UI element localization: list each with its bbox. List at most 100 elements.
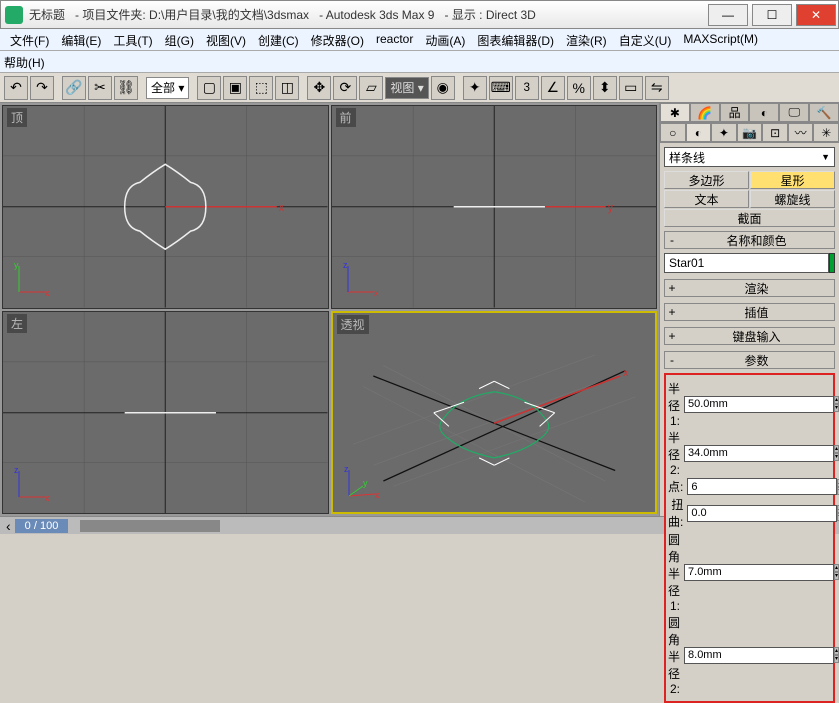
sub-geometry[interactable]: ○ [660,123,686,142]
select-rect-button[interactable]: ⬚ [249,76,273,100]
spin-dn[interactable]: ▾ [834,404,839,412]
menu-help[interactable]: 帮助(H) [4,56,45,70]
maximize-button[interactable]: ☐ [752,4,792,26]
svg-text:z: z [343,260,348,270]
sub-lights[interactable]: ✦ [711,123,737,142]
svg-text:x: x [279,203,285,214]
menu-create[interactable]: 创建(C) [252,29,305,50]
time-slider[interactable] [80,520,220,532]
object-color-swatch[interactable] [829,253,835,273]
label-radius2: 半径 2: [668,429,684,477]
sub-spacewarps[interactable]: 〰 [788,123,814,142]
menu-maxscript[interactable]: MAXScript(M) [677,29,764,50]
menu-customize[interactable]: 自定义(U) [613,29,678,50]
rotate-button[interactable]: ⟳ [333,76,357,100]
menu-render[interactable]: 渲染(R) [560,29,613,50]
sub-shapes[interactable]: ◐ [686,123,712,142]
ref-coord-dropdown[interactable]: 视图 ▾ [385,77,428,99]
menu-modifiers[interactable]: 修改器(O) [305,29,370,50]
manipulate-button[interactable]: ✦ [463,76,487,100]
tab-create[interactable]: ✱ [660,103,690,122]
rollout-render[interactable]: +渲染 [664,279,835,297]
input-radius1[interactable] [684,396,834,413]
rollout-name-color[interactable]: -名称和颜色 [664,231,835,249]
undo-button[interactable]: ↶ [4,76,28,100]
window-crossing-button[interactable]: ◫ [275,76,299,100]
menu-animation[interactable]: 动画(A) [419,29,471,50]
scale-button[interactable]: ▱ [359,76,383,100]
unlink-button[interactable]: ✂ [88,76,112,100]
label-fillet2: 圆角半径 2: [668,614,684,696]
svg-text:y: y [14,260,19,270]
close-button[interactable]: ✕ [796,4,836,26]
viewport-top[interactable]: 顶 x x y [2,105,329,309]
menu-file[interactable]: 文件(F) [4,29,55,50]
btn-text[interactable]: 文本 [664,190,749,208]
frame-readout: 0 / 100 [15,519,69,533]
angle-snap[interactable]: ∠ [541,76,565,100]
redo-button[interactable]: ↷ [30,76,54,100]
input-radius2[interactable] [684,445,834,462]
sub-systems[interactable]: ✳ [813,123,839,142]
viewports: 顶 x x y 前 [0,103,659,516]
bind-button[interactable]: ⛓ [114,76,138,100]
select-button[interactable]: ▢ [197,76,221,100]
menu-reactor[interactable]: reactor [370,29,419,50]
move-button[interactable]: ✥ [307,76,331,100]
btn-star[interactable]: 星形 [750,171,835,189]
input-distortion[interactable] [687,505,837,522]
select-name-button[interactable]: ▣ [223,76,247,100]
tab-modify[interactable]: 🌈 [690,103,720,122]
menu-bar-2: 帮助(H) [0,51,839,73]
spinner-snap[interactable]: ⬍ [593,76,617,100]
menu-views[interactable]: 视图(V) [200,29,252,50]
snap-toggle[interactable]: 3 [515,76,539,100]
rollout-interp[interactable]: +插值 [664,303,835,321]
svg-text:x: x [375,490,380,500]
tab-hierarchy[interactable]: 品 [720,103,750,122]
app-icon [5,6,23,24]
selection-filter[interactable]: 全部 ▾ [146,77,189,99]
tab-display[interactable]: 🖵 [779,103,809,122]
menu-edit[interactable]: 编辑(E) [55,29,107,50]
svg-text:x: x [374,288,379,298]
sub-helpers[interactable]: ⊡ [762,123,788,142]
viewport-perspective[interactable]: 透视 x [331,311,658,515]
menu-bar: 文件(F) 编辑(E) 工具(T) 组(G) 视图(V) 创建(C) 修改器(O… [0,29,839,51]
main-toolbar: ↶ ↷ 🔗 ✂ ⛓ 全部 ▾ ▢ ▣ ⬚ ◫ ✥ ⟳ ▱ 视图 ▾ ◉ ✦ ⌨ … [0,73,839,103]
title-project: - 项目文件夹: D:\用户目录\我的文档\3dsmax [75,6,309,23]
keyboard-button[interactable]: ⌨ [489,76,513,100]
minimize-button[interactable]: — [708,4,748,26]
pivot-button[interactable]: ◉ [431,76,455,100]
title-display: - 显示 : Direct 3D [445,6,536,23]
viewport-front[interactable]: 前 y x z [331,105,658,309]
object-name-input[interactable] [664,253,829,273]
menu-tools[interactable]: 工具(T) [107,29,158,50]
btn-section[interactable]: 截面 [664,209,835,227]
input-points[interactable] [687,478,837,495]
btn-polygon[interactable]: 多边形 [664,171,749,189]
tab-utilities[interactable]: 🔨 [809,103,839,122]
named-sets[interactable]: ▭ [619,76,643,100]
menu-graph[interactable]: 图表编辑器(D) [471,29,560,50]
menu-group[interactable]: 组(G) [159,29,200,50]
link-button[interactable]: 🔗 [62,76,86,100]
svg-text:y: y [363,478,368,488]
rollout-keyboard[interactable]: +键盘输入 [664,327,835,345]
spin-up[interactable]: ▴ [834,396,839,404]
svg-text:x: x [45,493,50,503]
btn-helix[interactable]: 螺旋线 [750,190,835,208]
mirror-button[interactable]: ⇋ [645,76,669,100]
shape-category-dropdown[interactable]: 样条线 [664,147,835,167]
input-fillet1[interactable] [684,564,834,581]
panel-subtype-tabs: ○ ◐ ✦ 📷 ⊡ 〰 ✳ [660,123,839,143]
input-fillet2[interactable] [684,647,834,664]
tab-motion[interactable]: ◐ [749,103,779,122]
dropdown-value: 样条线 [669,149,705,166]
rollout-params[interactable]: -参数 [664,351,835,369]
viewport-left[interactable]: 左 x z [2,311,329,515]
title-app: - Autodesk 3ds Max 9 [319,8,434,22]
sub-cameras[interactable]: 📷 [737,123,763,142]
percent-snap[interactable]: % [567,76,591,100]
svg-text:z: z [14,465,19,475]
